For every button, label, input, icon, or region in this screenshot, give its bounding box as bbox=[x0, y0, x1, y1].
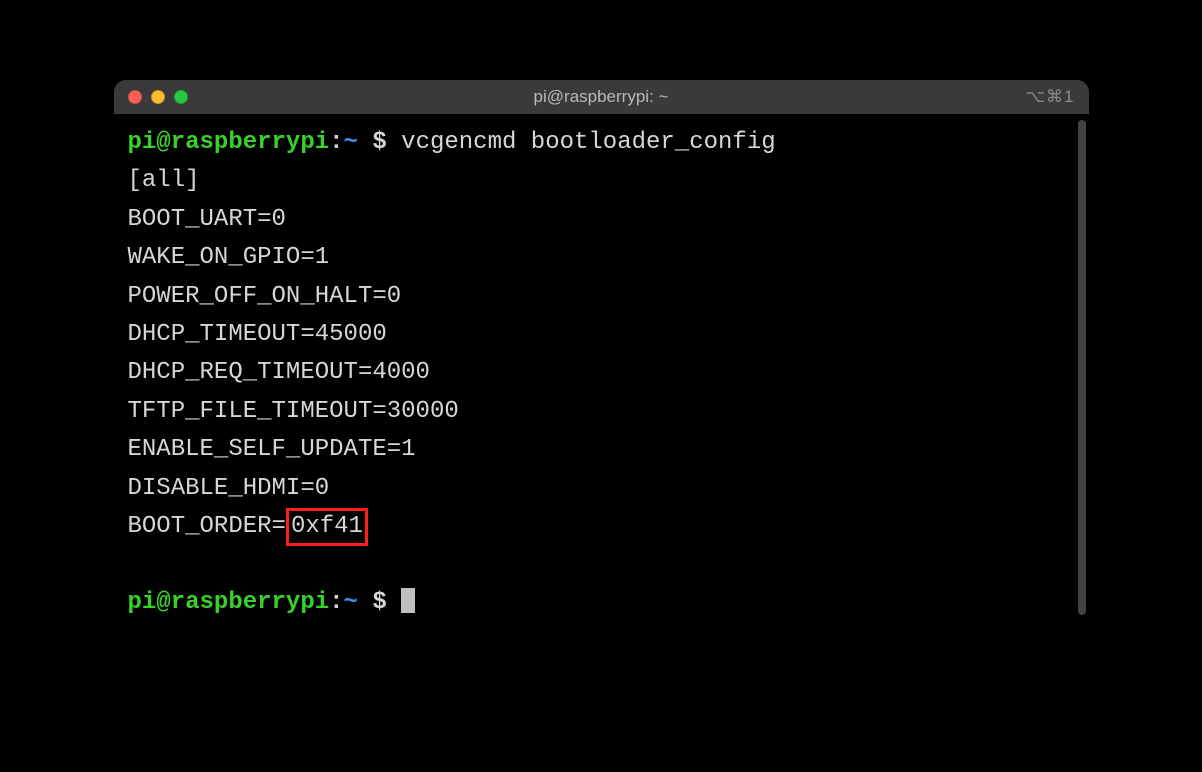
minimize-icon[interactable] bbox=[151, 90, 165, 104]
prompt-path: ~ bbox=[344, 129, 358, 156]
output-line: TFTP_FILE_TIMEOUT=30000 bbox=[128, 393, 1075, 431]
prompt-separator: : bbox=[329, 129, 343, 156]
window-shortcut-indicator: ⌥⌘1 bbox=[1025, 87, 1074, 107]
output-line: [all] bbox=[128, 162, 1075, 200]
output-line: DHCP_TIMEOUT=45000 bbox=[128, 316, 1075, 354]
terminal-window: pi@raspberrypi: ~ ⌥⌘1 pi@raspberrypi:~ $… bbox=[114, 80, 1089, 637]
user-host: pi@raspberrypi bbox=[128, 589, 330, 616]
output-line: BOOT_UART=0 bbox=[128, 201, 1075, 239]
window-title: pi@raspberrypi: ~ bbox=[534, 87, 669, 107]
close-icon[interactable] bbox=[128, 90, 142, 104]
command-text: vcgencmd bootloader_config bbox=[401, 129, 775, 156]
prompt-symbol: $ bbox=[358, 589, 401, 616]
prompt-symbol: $ bbox=[358, 129, 401, 156]
prompt-line-1: pi@raspberrypi:~ $ vcgencmd bootloader_c… bbox=[128, 124, 1075, 162]
terminal-body[interactable]: pi@raspberrypi:~ $ vcgencmd bootloader_c… bbox=[114, 114, 1089, 637]
highlight-box: 0xf41 bbox=[286, 508, 368, 546]
scrollbar[interactable] bbox=[1078, 120, 1086, 615]
output-line: DHCP_REQ_TIMEOUT=4000 bbox=[128, 354, 1075, 392]
blank-line bbox=[128, 546, 1075, 584]
prompt-line-2: pi@raspberrypi:~ $ bbox=[128, 584, 1075, 622]
output-line: ENABLE_SELF_UPDATE=1 bbox=[128, 431, 1075, 469]
output-line: DISABLE_HDMI=0 bbox=[128, 470, 1075, 508]
traffic-lights bbox=[128, 90, 188, 104]
output-line: POWER_OFF_ON_HALT=0 bbox=[128, 278, 1075, 316]
output-line-highlighted: BOOT_ORDER=0xf41 bbox=[128, 508, 1075, 546]
output-line: WAKE_ON_GPIO=1 bbox=[128, 239, 1075, 277]
title-bar[interactable]: pi@raspberrypi: ~ ⌥⌘1 bbox=[114, 80, 1089, 114]
cursor-icon bbox=[401, 588, 415, 613]
maximize-icon[interactable] bbox=[174, 90, 188, 104]
user-host: pi@raspberrypi bbox=[128, 129, 330, 156]
output-prefix: BOOT_ORDER= bbox=[128, 513, 286, 540]
prompt-separator: : bbox=[329, 589, 343, 616]
prompt-path: ~ bbox=[344, 589, 358, 616]
